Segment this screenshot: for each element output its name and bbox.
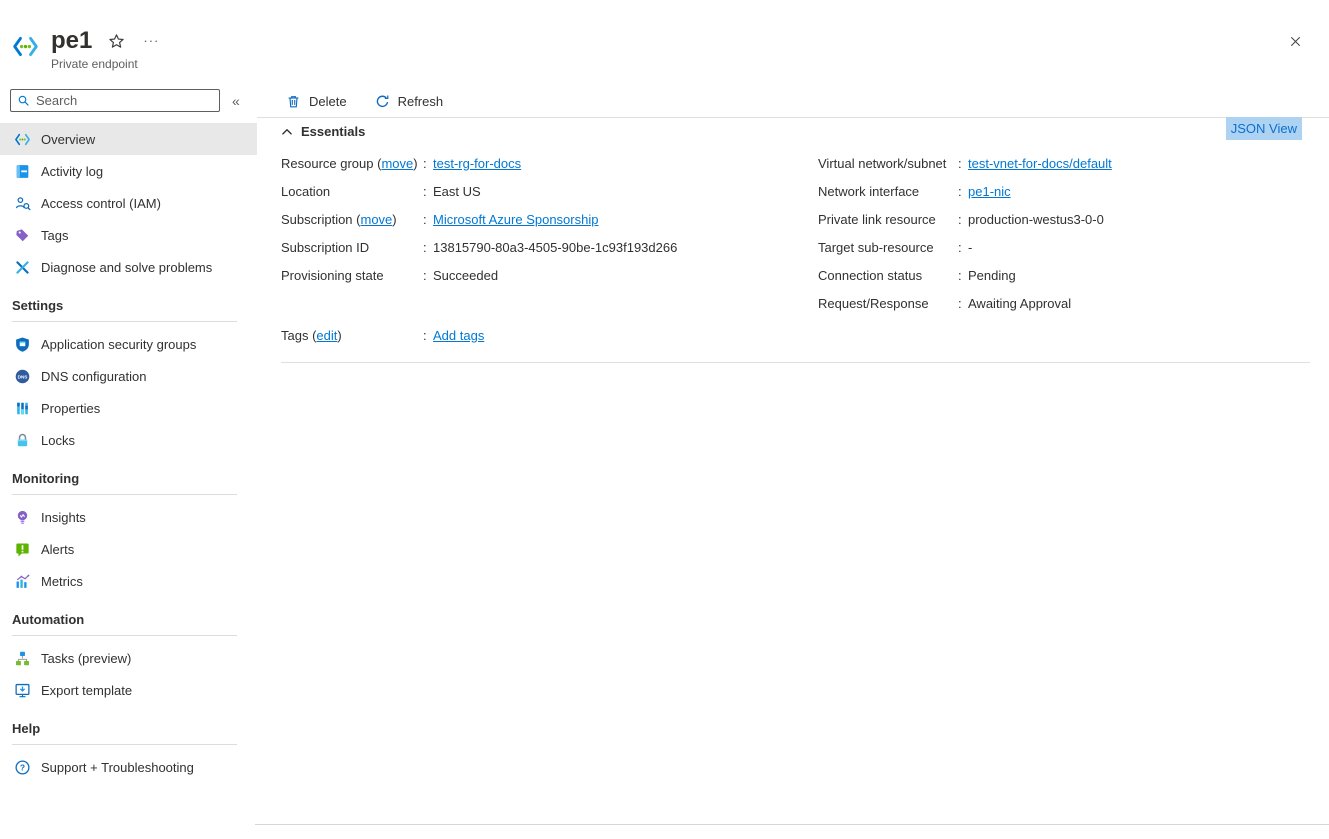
search-box — [10, 89, 220, 112]
sidebar-item-tags[interactable]: Tags — [0, 219, 257, 251]
help-circle-icon: ? — [14, 759, 31, 776]
edit-tags-link[interactable]: edit — [316, 328, 337, 343]
field-location: Location East US — [281, 177, 818, 205]
refresh-label: Refresh — [398, 94, 444, 109]
svg-text:?: ? — [20, 762, 25, 772]
subscription-id-value: 13815790-80a3-4505-90be-1c93f193d266 — [433, 240, 677, 255]
sidebar-item-overview[interactable]: Overview — [0, 123, 257, 155]
essentials-right-column: Virtual network/subnet test-vnet-for-doc… — [818, 149, 1310, 317]
command-bar: Delete Refresh — [257, 89, 1329, 114]
field-request-response: Request/Response Awaiting Approval — [818, 289, 1310, 317]
sidebar-item-insights[interactable]: Insights — [0, 501, 257, 533]
move-subscription-link[interactable]: move — [360, 212, 392, 227]
divider — [257, 117, 1329, 118]
sidebar-item-tasks-preview[interactable]: Tasks (preview) — [0, 642, 257, 674]
subscription-link[interactable]: Microsoft Azure Sponsorship — [433, 212, 598, 227]
divider — [281, 362, 1310, 363]
divider — [255, 824, 1329, 825]
chevron-up-icon — [281, 126, 293, 138]
delete-label: Delete — [309, 94, 347, 109]
sidebar-item-alerts[interactable]: Alerts — [0, 533, 257, 565]
field-resource-group: Resource group (move) test-rg-for-docs — [281, 149, 818, 177]
tag-icon — [14, 227, 31, 244]
resource-type-subtitle: Private endpoint — [51, 57, 161, 71]
sidebar-item-metrics[interactable]: Metrics — [0, 565, 257, 597]
shield-icon — [14, 336, 31, 353]
sidebar-item-export-template[interactable]: Export template — [0, 674, 257, 706]
resource-menu-sidebar: « Overview Activity log Access control (… — [0, 89, 257, 839]
sidebar-item-application-security-groups[interactable]: Application security groups — [0, 328, 257, 360]
collapse-sidebar-icon[interactable]: « — [232, 93, 240, 109]
private-link-resource-value: production-westus3-0-0 — [968, 212, 1104, 227]
refresh-icon — [375, 94, 390, 109]
network-interface-link[interactable]: pe1-nic — [968, 184, 1011, 199]
virtual-network-subnet-link[interactable]: test-vnet-for-docs/default — [968, 156, 1112, 171]
properties-icon — [14, 400, 31, 417]
close-icon[interactable] — [1288, 34, 1303, 49]
sidebar-item-access-control-iam[interactable]: Access control (IAM) — [0, 187, 257, 219]
resource-menu: Overview Activity log Access control (IA… — [0, 123, 257, 783]
field-connection-status: Connection status Pending — [818, 261, 1310, 289]
overview-pane: Delete Refresh Essentials JSON View Reso… — [257, 89, 1329, 363]
resource-group-link[interactable]: test-rg-for-docs — [433, 156, 521, 171]
sidebar-section-automation: Automation — [0, 597, 257, 635]
request-response-value: Awaiting Approval — [968, 296, 1071, 311]
json-view-button[interactable]: JSON View — [1226, 117, 1302, 140]
metrics-icon — [14, 573, 31, 590]
delete-button[interactable]: Delete — [286, 94, 347, 109]
trash-icon — [286, 94, 301, 109]
private-endpoint-icon — [12, 28, 39, 60]
activity-log-icon — [14, 163, 31, 180]
field-subscription: Subscription (move) Microsoft Azure Spon… — [281, 205, 818, 233]
svg-text:DNS: DNS — [18, 374, 28, 379]
alert-icon — [14, 541, 31, 558]
divider — [12, 744, 237, 745]
field-virtual-network-subnet: Virtual network/subnet test-vnet-for-doc… — [818, 149, 1310, 177]
lock-icon — [14, 432, 31, 449]
export-template-icon — [14, 682, 31, 699]
sidebar-item-support-troubleshooting[interactable]: ? Support + Troubleshooting — [0, 751, 257, 783]
sidebar-item-activity-log[interactable]: Activity log — [0, 155, 257, 187]
access-control-icon — [14, 195, 31, 212]
divider — [12, 635, 237, 636]
sidebar-section-settings: Settings — [0, 283, 257, 321]
sidebar-section-monitoring: Monitoring — [0, 456, 257, 494]
refresh-button[interactable]: Refresh — [375, 94, 444, 109]
sidebar-item-properties[interactable]: Properties — [0, 392, 257, 424]
more-menu-icon[interactable]: ··· — [141, 36, 161, 46]
divider — [12, 321, 237, 322]
diagnose-icon — [14, 259, 31, 276]
add-tags-link[interactable]: Add tags — [433, 328, 484, 343]
favorite-star-icon[interactable] — [108, 33, 125, 50]
target-sub-resource-value: - — [968, 240, 972, 255]
field-network-interface: Network interface pe1-nic — [818, 177, 1310, 205]
search-input[interactable] — [11, 90, 219, 111]
sidebar-section-help: Help — [0, 706, 257, 744]
field-subscription-id: Subscription ID 13815790-80a3-4505-90be-… — [281, 233, 818, 261]
sidebar-item-dns-configuration[interactable]: DNS DNS configuration — [0, 360, 257, 392]
divider — [12, 494, 237, 495]
private-endpoint-icon — [14, 131, 31, 148]
field-tags: Tags (edit) Add tags — [281, 321, 1310, 349]
tasks-icon — [14, 650, 31, 667]
field-provisioning-state: Provisioning state Succeeded — [281, 261, 818, 289]
move-resource-group-link[interactable]: move — [381, 156, 413, 171]
sidebar-item-locks[interactable]: Locks — [0, 424, 257, 456]
lightbulb-icon — [14, 509, 31, 526]
dns-icon: DNS — [14, 368, 31, 385]
field-private-link-resource: Private link resource production-westus3… — [818, 205, 1310, 233]
location-value: East US — [433, 184, 481, 199]
connection-status-value: Pending — [968, 268, 1016, 283]
essentials-left-column: Resource group (move) test-rg-for-docs L… — [281, 149, 818, 317]
page-title: pe1 — [51, 28, 92, 54]
sidebar-item-diagnose-solve-problems[interactable]: Diagnose and solve problems — [0, 251, 257, 283]
field-target-sub-resource: Target sub-resource - — [818, 233, 1310, 261]
page-header: pe1 ··· Private endpoint — [12, 28, 161, 71]
essentials-toggle[interactable]: Essentials — [281, 124, 365, 139]
essentials-title: Essentials — [301, 124, 365, 139]
search-icon — [17, 94, 30, 107]
provisioning-state-value: Succeeded — [433, 268, 498, 283]
